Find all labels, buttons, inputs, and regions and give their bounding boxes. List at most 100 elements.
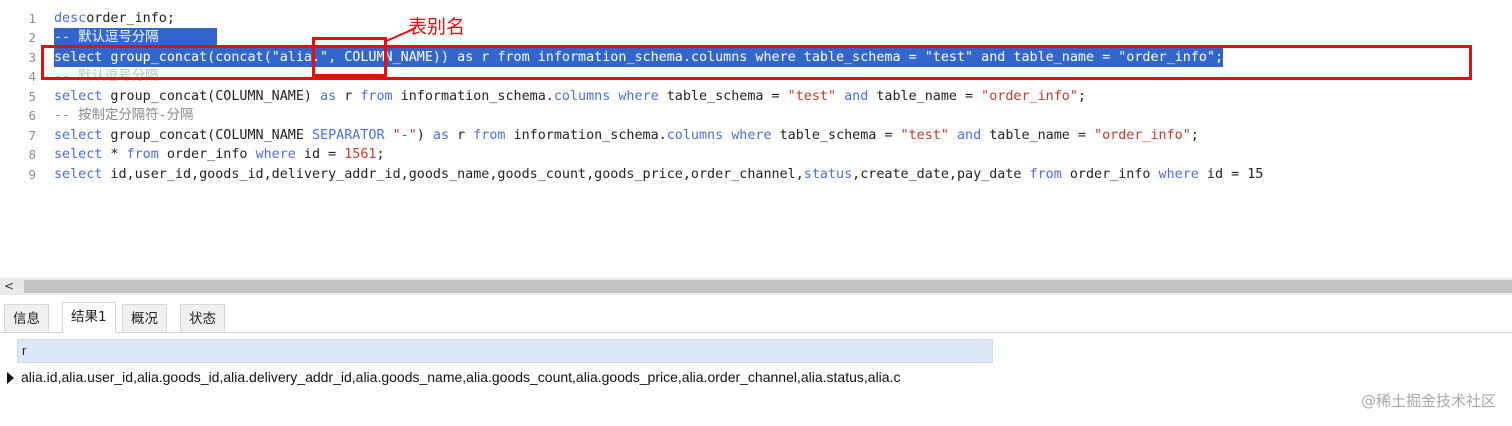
line-number: 2 xyxy=(28,30,36,45)
horizontal-scrollbar[interactable]: < xyxy=(0,278,1512,295)
code-token: columns xyxy=(553,89,611,104)
code-token: columns xyxy=(666,128,724,143)
code-token: select xyxy=(54,50,103,65)
code-token: order_info xyxy=(158,147,256,162)
code-token: as xyxy=(320,89,337,104)
code-text[interactable]: select * from order_info where id = 1561… xyxy=(54,145,385,164)
code-token: group_concat(concat( xyxy=(102,50,272,65)
code-token: select xyxy=(54,147,103,162)
code-token: ,create_date,pay_date xyxy=(852,167,1030,182)
code-token: "test" xyxy=(787,89,837,104)
code-token: select xyxy=(54,128,103,143)
code-line[interactable]: 2 -- 默认逗号分隔 xyxy=(0,28,1512,47)
code-token: table_name = xyxy=(981,128,1095,143)
code-token: table_schema = xyxy=(795,50,925,65)
code-token: where xyxy=(747,50,796,65)
code-line[interactable]: 7 select group_concat(COLUMN_NAME SEPARAT… xyxy=(0,126,1512,145)
annotation-label: 表别名 xyxy=(408,16,466,38)
code-token: and xyxy=(973,50,1006,65)
scroll-left-icon[interactable]: < xyxy=(4,278,14,295)
result-tab-bar: 信息 结果1 概况 状态 xyxy=(0,302,1512,333)
code-line[interactable]: 9 select id,user_id,goods_id,delivery_add… xyxy=(0,165,1512,184)
code-token: select xyxy=(54,167,103,182)
code-token: id = 15 xyxy=(1198,167,1264,182)
code-token: ; xyxy=(376,147,385,162)
code-token: "alia." xyxy=(271,50,329,65)
code-token: from xyxy=(126,147,159,162)
code-text[interactable]: -- 默认逗号分隔 xyxy=(54,28,217,47)
code-token: -- 按制定分隔符-分隔 xyxy=(54,108,194,123)
code-token: group_concat(COLUMN_NAME) xyxy=(102,89,321,104)
code-token: information_schema. xyxy=(529,50,691,65)
code-token: table_schema = xyxy=(658,89,788,104)
code-token: id,user_id,goods_id,delivery_addr_id,goo… xyxy=(102,167,804,182)
scrollbar-thumb[interactable] xyxy=(24,280,1512,293)
code-token: where xyxy=(255,147,296,162)
code-text[interactable]: -- 默认逗号分隔 xyxy=(54,67,159,86)
result-column-header[interactable]: r xyxy=(17,339,993,363)
code-token: SEPARATOR xyxy=(311,128,385,143)
code-token: ; xyxy=(1190,128,1199,143)
code-line[interactable]: 4 -- 默认逗号分隔 xyxy=(0,67,1512,86)
code-token: r xyxy=(449,128,474,143)
code-token: , COLUMN_NAME)) xyxy=(328,50,458,65)
line-number: 3 xyxy=(28,50,36,65)
line-number: 5 xyxy=(28,89,36,104)
code-line[interactable]: 8 select * from order_info where id = 156… xyxy=(0,145,1512,164)
code-token: where xyxy=(723,128,772,143)
tab-status[interactable]: 状态 xyxy=(180,304,225,332)
code-text[interactable]: select group_concat(COLUMN_NAME) as r fr… xyxy=(54,87,1086,106)
code-text[interactable]: select group_concat(COLUMN_NAME SEPARATO… xyxy=(54,126,1199,145)
code-text[interactable]: select group_concat(concat("alia.", COLU… xyxy=(54,48,1224,67)
table-row[interactable]: alia.id,alia.user_id,alia.goods_id,alia.… xyxy=(4,366,993,390)
code-token: "order_info" xyxy=(1094,128,1191,143)
code-token: "order_info" xyxy=(1118,50,1215,65)
code-line[interactable]: 6 -- 按制定分隔符-分隔 xyxy=(0,106,1512,125)
code-line[interactable]: 5 select group_concat(COLUMN_NAME) as r f… xyxy=(0,87,1512,106)
line-number: 4 xyxy=(28,69,36,84)
line-number: 8 xyxy=(28,147,36,162)
sql-editor[interactable]: 1 descorder_info; 2 -- 默认逗号分隔 3 select group_… xyxy=(0,0,1512,278)
code-token: order_info xyxy=(1061,167,1159,182)
code-token: information_schema. xyxy=(392,89,554,104)
code-token: id = xyxy=(295,147,345,162)
code-token: from xyxy=(1029,167,1062,182)
code-token: order_info; xyxy=(86,11,175,26)
code-text[interactable]: descorder_info; xyxy=(54,9,175,28)
code-token: as xyxy=(457,50,474,65)
code-token: "test" xyxy=(924,50,974,65)
line-number: 9 xyxy=(28,167,36,182)
code-token: "test" xyxy=(900,128,949,143)
code-token: "order_info" xyxy=(981,89,1078,104)
code-token: ) xyxy=(416,128,433,143)
code-token: and xyxy=(948,128,982,143)
code-token: ; xyxy=(1215,50,1224,65)
code-text[interactable]: -- 按制定分隔符-分隔 xyxy=(54,106,193,125)
code-token: status xyxy=(803,167,853,182)
code-token: group_concat(COLUMN_NAME xyxy=(102,128,312,143)
code-token: as xyxy=(432,128,450,143)
code-token: and xyxy=(836,89,869,104)
code-line[interactable]: 3 select group_concat(concat("alia.", COL… xyxy=(0,48,1512,67)
code-token: r xyxy=(473,50,498,65)
line-number: 1 xyxy=(28,11,36,26)
code-token: information_schema. xyxy=(505,128,667,143)
code-token: table_schema = xyxy=(771,128,901,143)
code-token: table_name = xyxy=(868,89,982,104)
code-line[interactable]: 1 descorder_info; xyxy=(0,9,1512,28)
line-number: 7 xyxy=(28,128,36,143)
watermark: @稀土掘金技术社区 xyxy=(1360,392,1496,410)
tab-result-1[interactable]: 结果1 xyxy=(62,302,116,333)
code-token: desc xyxy=(54,11,87,26)
tab-overview[interactable]: 概况 xyxy=(122,304,167,332)
code-token: where xyxy=(610,89,659,104)
row-pointer-icon xyxy=(7,372,14,384)
column-header-r: r xyxy=(22,343,27,358)
tab-info[interactable]: 信息 xyxy=(4,304,49,332)
code-token: -- 默认逗号分隔 xyxy=(54,30,159,45)
code-token: from xyxy=(497,50,530,65)
code-text[interactable]: select id,user_id,goods_id,delivery_addr… xyxy=(54,165,1263,184)
result-cell[interactable]: alia.id,alia.user_id,alia.goods_id,alia.… xyxy=(21,369,993,385)
code-token: columns xyxy=(690,50,748,65)
code-token: * xyxy=(102,147,127,162)
